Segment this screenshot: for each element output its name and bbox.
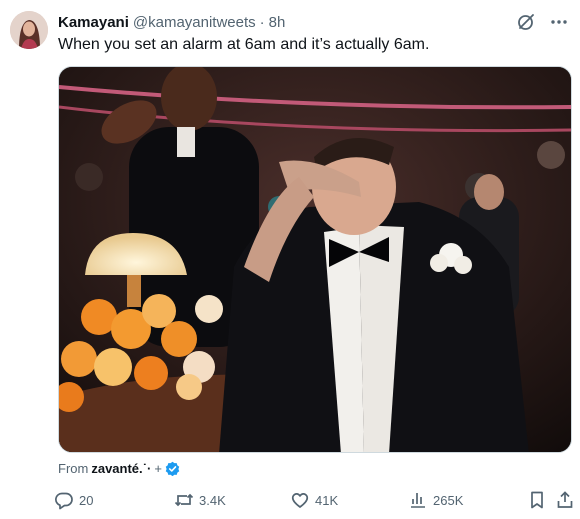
repost-count: 3.4K	[199, 492, 226, 508]
like-icon	[290, 490, 310, 510]
repost-icon	[174, 490, 194, 510]
like-button[interactable]: 41K	[290, 489, 338, 511]
action-bar: 20 3.4K 41K 265K	[54, 489, 574, 511]
source-attribution[interactable]: From zavanté.˙· +	[58, 461, 180, 476]
view-count: 265K	[433, 492, 464, 508]
avatar[interactable]	[10, 11, 48, 49]
views-icon	[408, 490, 428, 510]
share-icon	[555, 490, 575, 510]
bookmark-button[interactable]	[527, 489, 547, 511]
bookmark-icon	[527, 490, 547, 510]
attribution-plus: +	[154, 461, 162, 476]
reply-button[interactable]: 20	[54, 489, 93, 511]
author-name[interactable]: Kamayani	[58, 14, 129, 31]
avatar-image	[10, 11, 48, 49]
verified-badge-icon	[165, 461, 180, 476]
tweet-media[interactable]	[58, 66, 572, 453]
like-count: 41K	[315, 492, 339, 508]
timestamp[interactable]: 8h	[269, 14, 286, 31]
more-options-icon[interactable]	[550, 12, 568, 32]
top-right-actions	[516, 12, 568, 32]
media-image	[59, 67, 571, 452]
repost-button[interactable]: 3.4K	[174, 489, 226, 511]
tweet-text: When you set an alarm at 6am and it’s ac…	[58, 36, 430, 53]
share-button[interactable]	[555, 489, 575, 511]
reply-icon	[54, 490, 74, 510]
separator-dot: ·	[259, 13, 265, 31]
tweet-header: Kamayani @kamayanitweets · 8h	[58, 12, 528, 32]
grok-icon[interactable]	[516, 12, 536, 32]
attribution-source[interactable]: zavanté.˙·	[91, 461, 151, 476]
tweet-card[interactable]: Kamayani @kamayanitweets · 8h When you s…	[0, 0, 580, 519]
author-handle[interactable]: @kamayanitweets	[133, 14, 256, 31]
reply-count: 20	[79, 492, 94, 508]
attribution-prefix: From	[58, 461, 89, 476]
views-button[interactable]: 265K	[408, 489, 463, 511]
